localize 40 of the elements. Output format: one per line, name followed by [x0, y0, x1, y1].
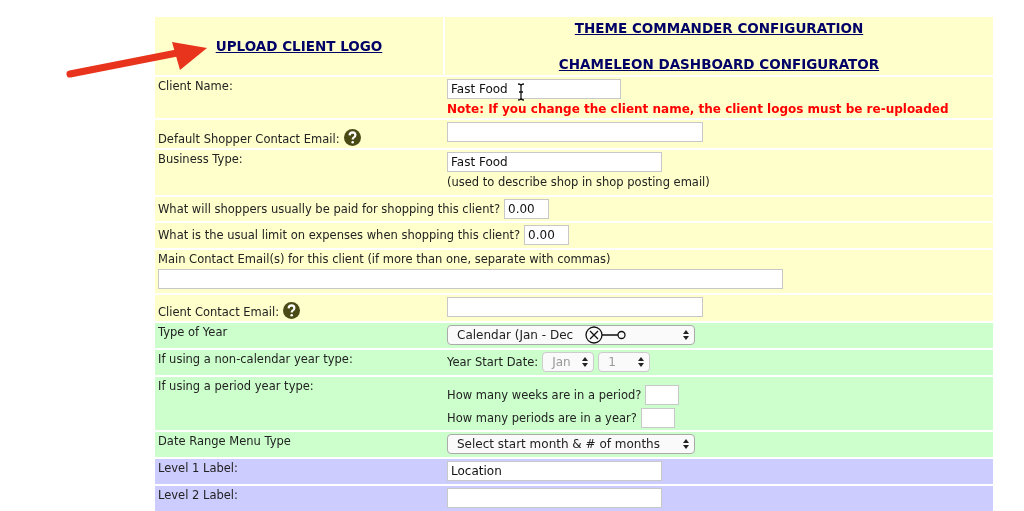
help-icon[interactable]	[343, 129, 361, 146]
field-label: Main Contact Email(s) for this client (if more than one, separate with commas)	[158, 252, 612, 266]
field-label: Year Start Date:	[447, 355, 539, 369]
caret-icon	[683, 330, 689, 340]
field-label: Client Name:	[158, 79, 233, 93]
upload-logo-link[interactable]: UPLOAD CLIENT LOGO	[215, 38, 383, 54]
text-field[interactable]	[640, 408, 675, 428]
text-field[interactable]: Location	[447, 461, 662, 481]
field-label: If using a non-calendar year type:	[158, 352, 353, 366]
configuration-link[interactable]: CHAMELEON DASHBOARD CONFIGURATOR	[558, 56, 880, 72]
field-label: What is the usual limit on expenses when shopping this client?	[158, 228, 521, 242]
text-field[interactable]	[447, 297, 703, 317]
field-label: How many periods are in a year?	[447, 411, 637, 425]
text-field[interactable]: Fast Food	[447, 79, 621, 99]
text-field[interactable]: Fast Food	[447, 152, 662, 172]
configuration-link[interactable]: THEME COMMANDER CONFIGURATION	[574, 20, 864, 36]
field-label: Type of Year	[158, 325, 228, 339]
field-label: Level 1 Label:	[158, 461, 238, 475]
dropdown[interactable]: Select start month & # of months	[447, 434, 695, 454]
field-label: Date Range Menu Type	[158, 434, 291, 448]
caret-icon	[683, 439, 689, 449]
caret-icon	[582, 357, 589, 367]
field-label: Client Contact Email:	[158, 305, 280, 319]
text-field[interactable]	[645, 385, 680, 405]
dropdown[interactable]: Calendar (Jan - Dec	[447, 325, 695, 345]
hint-text: (used to describe shop in shop posting email)	[447, 175, 710, 189]
warning-note: Note: If you change the client name, the client logos must be re-uploaded	[447, 102, 949, 116]
text-field[interactable]	[158, 269, 783, 289]
text-field[interactable]: 0.00	[504, 199, 550, 219]
help-icon[interactable]	[283, 302, 301, 319]
field-label: What will shoppers usually be paid for shopping this client?	[158, 202, 501, 216]
field-label: Level 2 Label:	[158, 488, 238, 502]
text-field[interactable]: 0.00	[524, 225, 570, 245]
text-field[interactable]	[447, 122, 703, 142]
text-field[interactable]	[447, 488, 662, 508]
field-label: If using a period year type:	[158, 379, 314, 393]
field-label: Business Type:	[158, 152, 243, 166]
field-label: Default Shopper Contact Email:	[158, 132, 340, 146]
caret-icon	[638, 357, 645, 367]
field-label: How many weeks are in a period?	[447, 388, 642, 402]
